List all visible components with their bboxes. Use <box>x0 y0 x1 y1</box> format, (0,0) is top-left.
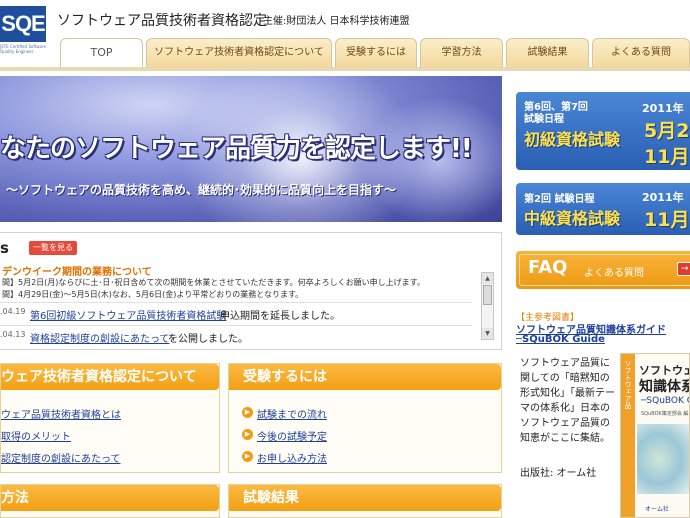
scroll-up-arrow-icon[interactable]: ▲ <box>482 273 493 284</box>
reference-publisher: 出版社: オーム社 <box>520 468 597 479</box>
main-nav-tabs: TOP ソフトウェア技術者資格認定について 受験するには 学習方法 試験結果 よ… <box>60 38 690 68</box>
logo-mark: SQE <box>0 6 46 42</box>
tab-about[interactable]: ソフトウェア技術者資格認定について <box>146 38 332 68</box>
news-divider <box>0 302 472 303</box>
faq-arrow-button[interactable]: → <box>677 262 690 276</box>
apply-link-schedule[interactable]: 今後の試験予定 <box>257 428 327 443</box>
basic-exam-year: 2011年 <box>642 102 684 115</box>
news-featured-line-2: 間】4月29日(金)〜5月5日(木)なお、5月6日(金)より平常どおりの業務とな… <box>2 290 304 299</box>
intermediate-exam-date: 11月2 <box>644 209 690 231</box>
news-item-date: .04.13 <box>0 330 26 339</box>
tab-top[interactable]: TOP <box>60 38 143 68</box>
book-publisher-logo: オーム社 <box>645 506 669 513</box>
news-scrollbar[interactable]: ▲ ▼ <box>481 272 494 340</box>
book-title-line-2: 知識体系 <box>639 379 690 395</box>
arrow-circle-icon: ▶ <box>242 407 253 418</box>
results-box-title[interactable]: 試験結果 <box>229 485 501 511</box>
about-link-founding[interactable]: 認定制度の創設にあたって <box>1 450 121 465</box>
about-link-merits[interactable]: 取得のメリット <box>1 428 71 443</box>
book-spine-text: ソフトウェア品 <box>624 360 632 409</box>
tab-study[interactable]: 学習方法 <box>420 38 503 68</box>
logo-subtitle: JSTE Certified Software Quality Engineer <box>0 44 46 54</box>
book-cover-image[interactable]: ソフトウェア品 ソフトウェア品 知識体系 ─SQuBOK G SQuBOK策定部… <box>620 353 690 518</box>
site-title: ソフトウェア品質技術者資格認定 <box>57 13 267 29</box>
basic-exam-date-1: 5月2 <box>644 120 690 142</box>
faq-banner[interactable]: FAQ よくある質問 → <box>516 251 690 289</box>
intermediate-exam-banner[interactable]: 第2回 試験日程 中級資格試験 2011年 11月2 <box>516 183 690 235</box>
arrow-circle-icon: ▶ <box>242 429 253 440</box>
news-panel: s 一覧を見る デンウイーク期間の業務について 間】5月2日(月)ならびに土･日… <box>0 232 502 350</box>
apply-link-flow[interactable]: 試験までの流れ <box>257 406 327 421</box>
apply-box-title[interactable]: 受験するには <box>229 364 501 390</box>
scrollbar-thumb[interactable] <box>483 285 492 305</box>
study-box: 方法 <box>0 484 220 518</box>
scroll-down-arrow-icon[interactable]: ▼ <box>482 328 493 339</box>
news-divider <box>0 325 472 326</box>
news-item-link[interactable]: 第6回初級ソフトウェア品質技術者資格試験 <box>30 307 226 322</box>
about-certification-box: ウェア技術者資格認定について ウェア品質技術者資格とは 取得のメリット 認定制度… <box>0 363 220 473</box>
basic-exam-banner[interactable]: 第6回、第7回 試験日程 初級資格試験 2011年 5月2 11月2 <box>516 92 690 170</box>
book-editor: SQuBOK策定部会 編 <box>641 411 689 417</box>
tab-how-to-apply[interactable]: 受験するには <box>335 38 417 68</box>
news-item-text: を公開しました。 <box>168 334 248 345</box>
intermediate-exam-title: 中級資格試験 <box>524 209 621 228</box>
apply-link-method[interactable]: お申し込み方法 <box>257 450 327 465</box>
news-featured-line-1: 間】5月2日(月)ならびに土･日･祝日含めて次の期間を休業とさせていただきます。… <box>2 278 425 287</box>
intermediate-exam-schedule-label: 第2回 試験日程 <box>524 194 595 205</box>
sqe-logo[interactable]: SQE JSTE Certified Software Quality Engi… <box>0 0 48 60</box>
tab-results[interactable]: 試験結果 <box>506 38 589 68</box>
page: SQE JSTE Certified Software Quality Engi… <box>0 0 690 518</box>
intermediate-exam-year: 2011年 <box>642 191 684 204</box>
book-title-line-3: ─SQuBOK G <box>641 396 690 406</box>
reference-title-link-2[interactable]: ─SQuBOK Guide <box>516 334 605 345</box>
news-featured-title: デンウイーク期間の業務について <box>2 267 152 278</box>
reference-description: ソフトウェア品質に関しての「暗黙知の形式知化」「最新テーマの体系化」日本のソフト… <box>520 358 615 444</box>
hero-headline: なたのソフトウェア品質力を認定します!! <box>0 134 473 164</box>
how-to-apply-box: 受験するには ▶ 試験までの流れ ▶ 今後の試験予定 ▶ お申し込み方法 <box>228 363 502 473</box>
news-list-button[interactable]: 一覧を見る <box>29 241 77 255</box>
about-box-title[interactable]: ウェア技術者資格認定について <box>1 364 219 390</box>
tab-underline <box>0 67 690 71</box>
news-heading: s <box>0 239 9 257</box>
about-link-what-is[interactable]: ウェア品質技術者資格とは <box>1 406 121 421</box>
arrow-circle-icon: ▶ <box>242 451 253 462</box>
hero-subline: 〜ソフトウェアの品質技術を高め、継続的･効果的に品質向上を目指す〜 <box>6 183 397 197</box>
basic-exam-schedule-label: 試験日程 <box>524 114 564 125</box>
faq-title: FAQ <box>528 257 568 278</box>
basic-exam-title: 初級資格試験 <box>524 130 621 149</box>
news-item-link[interactable]: 資格認定制度の創設にあたって <box>30 330 170 345</box>
news-item-date: .04.19 <box>0 307 26 316</box>
hero-banner: なたのソフトウェア品質力を認定します!! 〜ソフトウェアの品質技術を高め、継続的… <box>0 76 502 222</box>
tab-faq[interactable]: よくある質問 <box>592 38 690 68</box>
study-box-title[interactable]: 方法 <box>1 485 219 511</box>
results-box: 試験結果 <box>228 484 502 518</box>
book-cover-art <box>637 424 689 494</box>
faq-subtitle: よくある質問 <box>584 268 644 279</box>
site-organizer: 主催:財団法人 日本科学技術連盟 <box>263 16 410 27</box>
basic-exam-date-2: 11月2 <box>644 146 690 168</box>
news-item-text: 申込期間を延長しました。 <box>220 311 340 322</box>
